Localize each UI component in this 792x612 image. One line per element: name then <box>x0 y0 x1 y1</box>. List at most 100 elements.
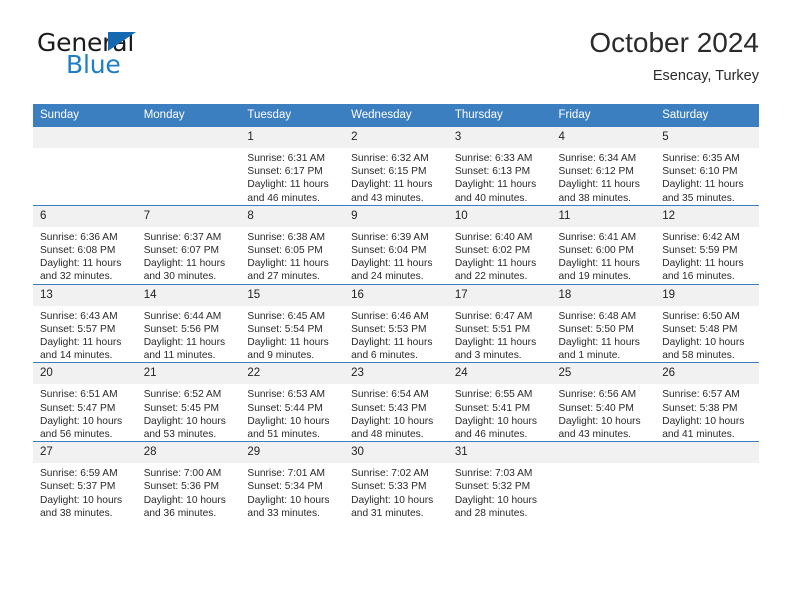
day-cell[interactable]: 29 Sunrise: 7:01 AM Sunset: 5:34 PM Dayligh… <box>240 441 345 521</box>
sunrise-text: Sunrise: 6:34 AM <box>558 153 637 164</box>
daylight-text-line2: and 53 minutes. <box>143 429 217 441</box>
day-number: 7 <box>136 205 241 227</box>
daylight-text-line1: Daylight: 10 hours <box>351 415 434 427</box>
daylight-text-line1: Daylight: 10 hours <box>351 494 434 506</box>
day-cell[interactable]: 1 Sunrise: 6:31 AM Sunset: 6:17 PM Daylight… <box>240 127 345 205</box>
sunrise-text: Sunrise: 6:32 AM <box>351 153 429 164</box>
sunrise-text: Sunrise: 6:40 AM <box>454 231 533 243</box>
sunset-text: Sunset: 6:07 PM <box>143 245 220 257</box>
sunrise-text: Sunrise: 6:33 AM <box>454 153 533 164</box>
day-cell-empty <box>33 127 137 205</box>
day-sun-info: Sunrise: 6:36 AM Sunset: 6:08 PM Daylight:… <box>33 227 137 284</box>
daylight-text-line1: Daylight: 11 hours <box>247 258 329 270</box>
day-cell[interactable]: 23 Sunrise: 6:54 AM Sunset: 5:43 PM Dayligh… <box>344 362 448 442</box>
day-number: 30 <box>344 442 448 464</box>
day-sun-info: Sunrise: 6:50 AM Sunset: 5:48 PM Daylight:… <box>655 306 759 363</box>
day-number: 18 <box>551 284 656 306</box>
daylight-text-line1: Daylight: 11 hours <box>40 337 122 349</box>
day-cell[interactable]: 18 Sunrise: 6:48 AM Sunset: 5:50 PM Dayligh… <box>551 283 656 363</box>
day-cell[interactable]: 20 Sunrise: 6:51 AM Sunset: 5:47 PM Dayligh… <box>33 362 137 442</box>
day-sun-info: Sunrise: 6:39 AM Sunset: 6:04 PM Daylight:… <box>344 227 448 284</box>
generalblue-logo[interactable]: General Blue <box>37 28 207 84</box>
daylight-text-line2: and 38 minutes. <box>40 507 113 519</box>
sunrise-text: Sunrise: 6:36 AM <box>40 231 118 243</box>
calendar-week-row: 27 Sunrise: 6:59 AM Sunset: 5:37 PM Dayligh… <box>33 441 759 521</box>
day-cell[interactable]: 15 Sunrise: 6:45 AM Sunset: 5:54 PM Dayligh… <box>240 283 345 363</box>
calendar-body: 1 Sunrise: 6:31 AM Sunset: 6:17 PM Daylight… <box>33 127 759 521</box>
day-cell[interactable]: 26 Sunrise: 6:57 AM Sunset: 5:38 PM Dayligh… <box>655 362 759 442</box>
sunrise-text: Sunrise: 6:37 AM <box>143 231 222 243</box>
day-cell[interactable]: 13 Sunrise: 6:43 AM Sunset: 5:57 PM Dayligh… <box>33 283 137 363</box>
day-cell[interactable]: 27 Sunrise: 6:59 AM Sunset: 5:37 PM Dayligh… <box>33 441 137 521</box>
sunset-text: Sunset: 5:45 PM <box>143 402 220 414</box>
sunset-text: Sunset: 5:48 PM <box>662 323 738 335</box>
calendar-week-row: 13 Sunrise: 6:43 AM Sunset: 5:57 PM Dayligh… <box>33 283 759 363</box>
daylight-text-line1: Daylight: 11 hours <box>143 337 226 349</box>
day-sun-info: Sunrise: 6:42 AM Sunset: 5:59 PM Daylight:… <box>655 227 759 284</box>
day-cell[interactable]: 16 Sunrise: 6:46 AM Sunset: 5:53 PM Dayligh… <box>344 283 448 363</box>
day-cell[interactable]: 7 Sunrise: 6:37 AM Sunset: 6:07 PM Daylight… <box>136 204 241 285</box>
day-cell[interactable]: 4 Sunrise: 6:34 AM Sunset: 6:12 PM Daylight… <box>551 127 656 205</box>
sunset-text: Sunset: 6:10 PM <box>662 166 738 178</box>
day-sun-info: Sunrise: 6:54 AM Sunset: 5:43 PM Daylight:… <box>344 384 448 441</box>
day-cell[interactable]: 21 Sunrise: 6:52 AM Sunset: 5:45 PM Dayligh… <box>136 362 241 442</box>
day-cell[interactable]: 11 Sunrise: 6:41 AM Sunset: 6:00 PM Dayligh… <box>551 204 656 285</box>
sunrise-text: Sunrise: 6:42 AM <box>662 231 740 243</box>
day-cell[interactable]: 14 Sunrise: 6:44 AM Sunset: 5:56 PM Dayligh… <box>136 283 241 363</box>
day-number: 1 <box>240 127 345 148</box>
sunrise-text: Sunrise: 6:53 AM <box>247 389 325 401</box>
sunset-text: Sunset: 5:38 PM <box>662 402 738 414</box>
day-number: 13 <box>33 284 137 306</box>
weekday-header-tuesday: Tuesday <box>240 104 345 127</box>
day-cell[interactable]: 10 Sunrise: 6:40 AM Sunset: 6:02 PM Dayligh… <box>447 204 552 285</box>
day-sun-info: Sunrise: 6:51 AM Sunset: 5:47 PM Daylight:… <box>33 384 137 441</box>
sunrise-text: Sunrise: 6:56 AM <box>558 389 637 401</box>
sunset-text: Sunset: 5:41 PM <box>454 402 531 414</box>
daylight-text-line1: Daylight: 10 hours <box>40 494 123 506</box>
sunset-text: Sunset: 5:54 PM <box>247 323 323 335</box>
day-cell[interactable]: 2 Sunrise: 6:32 AM Sunset: 6:15 PM Daylight… <box>344 127 448 205</box>
day-cell[interactable]: 22 Sunrise: 6:53 AM Sunset: 5:44 PM Dayligh… <box>240 362 345 442</box>
day-sun-info: Sunrise: 6:34 AM Sunset: 6:12 PM Daylight:… <box>552 148 656 205</box>
day-cell[interactable]: 8 Sunrise: 6:38 AM Sunset: 6:05 PM Daylight… <box>240 204 345 285</box>
day-number: 14 <box>136 284 241 306</box>
daylight-text-line2: and 27 minutes. <box>247 271 320 283</box>
day-cell[interactable]: 5 Sunrise: 6:35 AM Sunset: 6:10 PM Daylight… <box>655 127 759 205</box>
daylight-text-line2: and 24 minutes. <box>351 271 424 283</box>
day-cell[interactable]: 25 Sunrise: 6:56 AM Sunset: 5:40 PM Dayligh… <box>551 362 656 442</box>
daylight-text-line2: and 31 minutes. <box>351 507 424 519</box>
daylight-text-line2: and 56 minutes. <box>40 429 113 441</box>
daylight-text-line1: Daylight: 10 hours <box>454 494 537 506</box>
daylight-text-line1: Daylight: 10 hours <box>247 494 330 506</box>
day-cell[interactable]: 17 Sunrise: 6:47 AM Sunset: 5:51 PM Dayligh… <box>447 283 552 363</box>
day-cell-empty <box>655 441 759 521</box>
day-cell[interactable]: 19 Sunrise: 6:50 AM Sunset: 5:48 PM Dayligh… <box>655 283 759 363</box>
daylight-text-line1: Daylight: 11 hours <box>247 179 329 191</box>
daylight-text-line1: Daylight: 10 hours <box>247 415 330 427</box>
day-cell[interactable]: 12 Sunrise: 6:42 AM Sunset: 5:59 PM Dayligh… <box>655 204 759 285</box>
sunset-text: Sunset: 6:05 PM <box>247 245 323 257</box>
calendar-week-row: 20 Sunrise: 6:51 AM Sunset: 5:47 PM Dayligh… <box>33 362 759 442</box>
daylight-text-line2: and 6 minutes. <box>351 350 418 362</box>
day-sun-info: Sunrise: 7:01 AM Sunset: 5:34 PM Daylight:… <box>240 463 344 520</box>
day-cell[interactable]: 31 Sunrise: 7:03 AM Sunset: 5:32 PM Dayligh… <box>447 441 552 521</box>
calendar-table: Sunday Monday Tuesday Wednesday Thursday… <box>33 104 759 521</box>
sunrise-text: Sunrise: 6:50 AM <box>662 310 740 322</box>
day-sun-info: Sunrise: 6:31 AM Sunset: 6:17 PM Daylight:… <box>240 148 344 205</box>
sunset-text: Sunset: 5:57 PM <box>40 323 116 335</box>
day-sun-info: Sunrise: 7:03 AM Sunset: 5:32 PM Daylight:… <box>448 463 552 520</box>
daylight-text-line1: Daylight: 10 hours <box>143 415 226 427</box>
day-cell[interactable]: 30 Sunrise: 7:02 AM Sunset: 5:33 PM Dayligh… <box>344 441 448 521</box>
day-cell[interactable]: 3 Sunrise: 6:33 AM Sunset: 6:13 PM Daylight… <box>447 127 552 205</box>
day-number: 15 <box>240 284 345 306</box>
day-cell[interactable]: 9 Sunrise: 6:39 AM Sunset: 6:04 PM Daylight… <box>344 204 448 285</box>
sunset-text: Sunset: 5:36 PM <box>143 481 220 493</box>
day-cell[interactable]: 28 Sunrise: 7:00 AM Sunset: 5:36 PM Dayligh… <box>136 441 241 521</box>
day-cell[interactable]: 24 Sunrise: 6:55 AM Sunset: 5:41 PM Dayligh… <box>447 362 552 442</box>
day-number: 28 <box>136 442 241 464</box>
daylight-text-line1: Daylight: 11 hours <box>558 258 640 270</box>
daylight-text-line2: and 22 minutes. <box>454 271 528 283</box>
day-number: 16 <box>344 284 448 306</box>
day-number: 8 <box>240 205 345 227</box>
day-cell[interactable]: 6 Sunrise: 6:36 AM Sunset: 6:08 PM Daylight… <box>33 204 137 285</box>
